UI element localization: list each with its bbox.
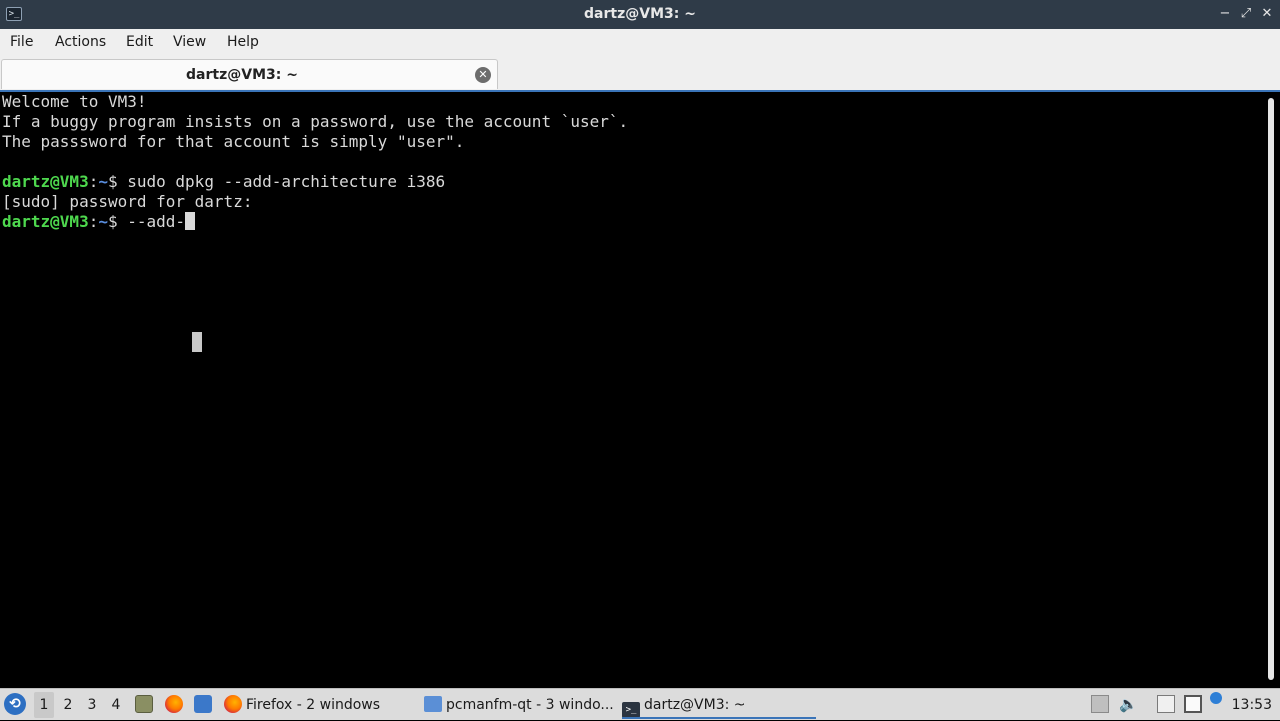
desktop-4[interactable]: 4	[106, 692, 126, 718]
window-titlebar[interactable]: >_ dartz@VM3: ~ − ⤢ ✕	[0, 0, 1280, 29]
update-icon[interactable]	[1210, 692, 1222, 704]
terminal-scrollbar[interactable]	[1264, 92, 1280, 686]
text-cursor	[185, 212, 196, 230]
clipboard-icon[interactable]	[1157, 695, 1175, 713]
desktop-3[interactable]: 3	[82, 692, 102, 718]
terminal-icon: >_	[622, 702, 640, 717]
firefox-icon[interactable]	[165, 695, 183, 713]
prompt-path: ~	[98, 172, 108, 191]
prompt-separator: :	[88, 212, 99, 231]
task-label: Firefox - 2 windows	[246, 697, 381, 713]
prompt-user: dartz@VM3	[2, 172, 89, 191]
task-terminal[interactable]: >_ dartz@VM3: ~	[622, 691, 816, 719]
clock[interactable]: 13:53	[1232, 689, 1272, 721]
prompt-separator: :	[88, 172, 99, 191]
firefox-icon	[224, 695, 242, 713]
scrollbar-thumb[interactable]	[1268, 98, 1274, 680]
menu-edit[interactable]: Edit	[124, 29, 155, 56]
close-circle-icon[interactable]: ✕	[475, 67, 491, 83]
start-menu-icon[interactable]: ⟲	[4, 693, 26, 715]
terminal-area[interactable]: Welcome to VM3! If a buggy program insis…	[0, 92, 1264, 686]
menu-file[interactable]: File	[8, 29, 35, 56]
task-label: pcmanfm-qt - 3 windo...	[446, 697, 614, 713]
menu-help[interactable]: Help	[225, 29, 261, 56]
menu-actions[interactable]: Actions	[53, 29, 108, 56]
window-title: dartz@VM3: ~	[584, 6, 696, 22]
folder-icon	[424, 696, 442, 712]
prompt-symbol: $	[107, 172, 128, 191]
maximize-button[interactable]: ⤢	[1238, 6, 1254, 22]
task-firefox[interactable]: Firefox - 2 windows	[224, 691, 416, 719]
tab-label: dartz@VM3: ~	[186, 67, 298, 83]
tab-bar: dartz@VM3: ~ ✕	[0, 56, 1280, 90]
mouse-text-cursor	[192, 332, 202, 352]
task-pcmanfm[interactable]: pcmanfm-qt - 3 windo...	[424, 691, 616, 719]
minimize-button[interactable]: −	[1217, 6, 1233, 22]
terminal-line: [sudo] password for dartz:	[2, 192, 253, 211]
terminal-command-line: dartz@VM3:~$ sudo dpkg --add-architectur…	[2, 172, 445, 192]
close-button[interactable]: ✕	[1259, 6, 1275, 22]
prompt-path: ~	[98, 212, 108, 231]
menubar: File Actions Edit View Help	[0, 29, 1280, 56]
desktop-1[interactable]: 1	[34, 692, 54, 718]
prompt-symbol: $	[107, 212, 128, 231]
task-label: dartz@VM3: ~	[644, 697, 746, 713]
desktop-icon[interactable]	[194, 695, 212, 713]
screenshot-icon[interactable]	[1184, 695, 1202, 713]
prompt-user: dartz@VM3	[2, 212, 89, 231]
desktop-2[interactable]: 2	[58, 692, 78, 718]
file-manager-icon[interactable]	[135, 695, 153, 713]
terminal-line: If a buggy program insists on a password…	[2, 112, 629, 131]
upload-icon[interactable]	[1091, 695, 1109, 713]
command-text: sudo dpkg --add-architecture i386	[127, 172, 446, 191]
command-input[interactable]: --add-	[127, 212, 185, 231]
volume-icon[interactable]: 🔈	[1119, 695, 1138, 713]
terminal-line: The passsword for that account is simply…	[2, 132, 465, 151]
menu-view[interactable]: View	[171, 29, 208, 56]
terminal-input-line[interactable]: dartz@VM3:~$ --add-	[2, 212, 196, 232]
terminal-tab[interactable]: dartz@VM3: ~ ✕	[1, 59, 498, 89]
terminal-line: Welcome to VM3!	[2, 92, 147, 111]
taskbar: ⟲ 1 2 3 4 Firefox - 2 windows pcmanfm-qt…	[0, 688, 1280, 720]
